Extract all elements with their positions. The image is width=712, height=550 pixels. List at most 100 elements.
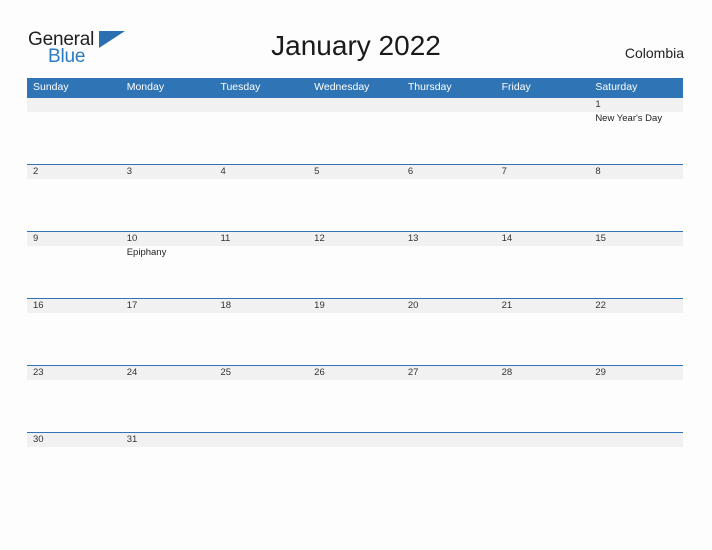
day-number: 7	[501, 166, 507, 177]
event-cell[interactable]	[27, 246, 121, 297]
day-cell[interactable]: 20	[402, 299, 496, 313]
event-cell[interactable]	[402, 112, 496, 163]
day-cell[interactable]	[589, 433, 683, 447]
event-cell[interactable]	[308, 313, 402, 364]
event-cell[interactable]	[589, 380, 683, 431]
event-cell[interactable]	[121, 380, 215, 431]
day-number: 20	[407, 300, 419, 311]
day-cell[interactable]: 25	[214, 366, 308, 380]
day-number: 17	[126, 300, 138, 311]
day-cell[interactable]: 3	[121, 165, 215, 179]
event-cell[interactable]	[27, 179, 121, 230]
day-cell[interactable]	[214, 433, 308, 447]
day-cell[interactable]: 5	[308, 165, 402, 179]
day-cell[interactable]: 23	[27, 366, 121, 380]
day-cell[interactable]: 8	[589, 165, 683, 179]
event-cell[interactable]	[27, 313, 121, 364]
event-cell[interactable]: Epiphany	[121, 246, 215, 297]
day-cell[interactable]: 31	[121, 433, 215, 447]
day-cell[interactable]	[308, 98, 402, 112]
day-cell[interactable]: 12	[308, 232, 402, 246]
day-cell[interactable]	[214, 98, 308, 112]
event-cell[interactable]	[402, 447, 496, 498]
event-cell[interactable]	[27, 380, 121, 431]
day-cell[interactable]: 7	[496, 165, 590, 179]
day-cell[interactable]: 2	[27, 165, 121, 179]
event-cell[interactable]	[496, 112, 590, 163]
calendar-grid: Sunday Monday Tuesday Wednesday Thursday…	[27, 78, 683, 499]
day-cell[interactable]: 10	[121, 232, 215, 246]
week-date-band: 9 10 11 12 13 14 15	[27, 232, 683, 246]
event-cell[interactable]	[496, 246, 590, 297]
event-cell[interactable]	[589, 313, 683, 364]
event-cell[interactable]	[27, 447, 121, 498]
day-cell[interactable]	[402, 98, 496, 112]
event-cell[interactable]	[589, 246, 683, 297]
event-cell[interactable]	[402, 313, 496, 364]
day-cell[interactable]: 30	[27, 433, 121, 447]
event-cell[interactable]	[402, 246, 496, 297]
day-cell[interactable]: 19	[308, 299, 402, 313]
day-cell[interactable]	[402, 433, 496, 447]
day-cell[interactable]: 28	[496, 366, 590, 380]
event-cell[interactable]	[214, 112, 308, 163]
calendar-week-row: 30 31	[27, 432, 683, 499]
day-cell[interactable]: 9	[27, 232, 121, 246]
event-cell[interactable]	[496, 380, 590, 431]
event-cell[interactable]	[308, 447, 402, 498]
event-cell[interactable]	[121, 112, 215, 163]
weekday-monday: Monday	[126, 81, 165, 93]
day-cell[interactable]: 21	[496, 299, 590, 313]
event-cell[interactable]	[589, 447, 683, 498]
day-cell[interactable]	[308, 433, 402, 447]
calendar-week-row: 23 24 25 26 27 28 29	[27, 365, 683, 432]
day-number: 1	[595, 99, 601, 110]
event-cell[interactable]	[308, 179, 402, 230]
day-cell[interactable]: 29	[589, 366, 683, 380]
day-cell[interactable]	[27, 98, 121, 112]
page-header: General Blue January 2022 Colombia	[0, 0, 712, 76]
event-cell[interactable]	[496, 447, 590, 498]
day-number: 24	[126, 367, 138, 378]
event-cell[interactable]	[496, 313, 590, 364]
event-cell[interactable]	[589, 179, 683, 230]
event-cell[interactable]	[214, 313, 308, 364]
day-cell[interactable]: 24	[121, 366, 215, 380]
day-cell[interactable]: 4	[214, 165, 308, 179]
day-cell[interactable]: 27	[402, 366, 496, 380]
week-date-band: 2 3 4 5 6 7 8	[27, 165, 683, 179]
day-cell[interactable]	[496, 98, 590, 112]
event-cell[interactable]	[402, 380, 496, 431]
day-number: 30	[33, 434, 44, 445]
day-cell[interactable]: 17	[121, 299, 215, 313]
event-cell[interactable]	[308, 112, 402, 163]
day-number: 27	[407, 367, 419, 378]
event-cell[interactable]	[308, 380, 402, 431]
event-cell[interactable]	[402, 179, 496, 230]
day-cell[interactable]: 15	[589, 232, 683, 246]
day-cell[interactable]	[496, 433, 590, 447]
day-cell[interactable]: 11	[214, 232, 308, 246]
event-cell[interactable]	[121, 447, 215, 498]
day-cell[interactable]: 13	[402, 232, 496, 246]
weekday-friday: Friday	[501, 81, 531, 93]
event-cell[interactable]	[214, 447, 308, 498]
day-cell[interactable]: 22	[589, 299, 683, 313]
day-cell[interactable]: 18	[214, 299, 308, 313]
event-cell[interactable]	[214, 246, 308, 297]
event-cell[interactable]	[214, 179, 308, 230]
event-cell[interactable]	[121, 179, 215, 230]
day-cell[interactable]: 14	[496, 232, 590, 246]
day-number: 25	[220, 367, 232, 378]
day-cell[interactable]: 16	[27, 299, 121, 313]
event-cell[interactable]	[214, 380, 308, 431]
event-cell[interactable]	[308, 246, 402, 297]
event-cell[interactable]	[496, 179, 590, 230]
day-cell[interactable]: 26	[308, 366, 402, 380]
event-cell[interactable]: New Year's Day	[589, 112, 683, 163]
event-cell[interactable]	[27, 112, 121, 163]
day-cell[interactable]: 6	[402, 165, 496, 179]
event-cell[interactable]	[121, 313, 215, 364]
day-cell[interactable]: 1	[589, 98, 683, 112]
day-cell[interactable]	[121, 98, 215, 112]
